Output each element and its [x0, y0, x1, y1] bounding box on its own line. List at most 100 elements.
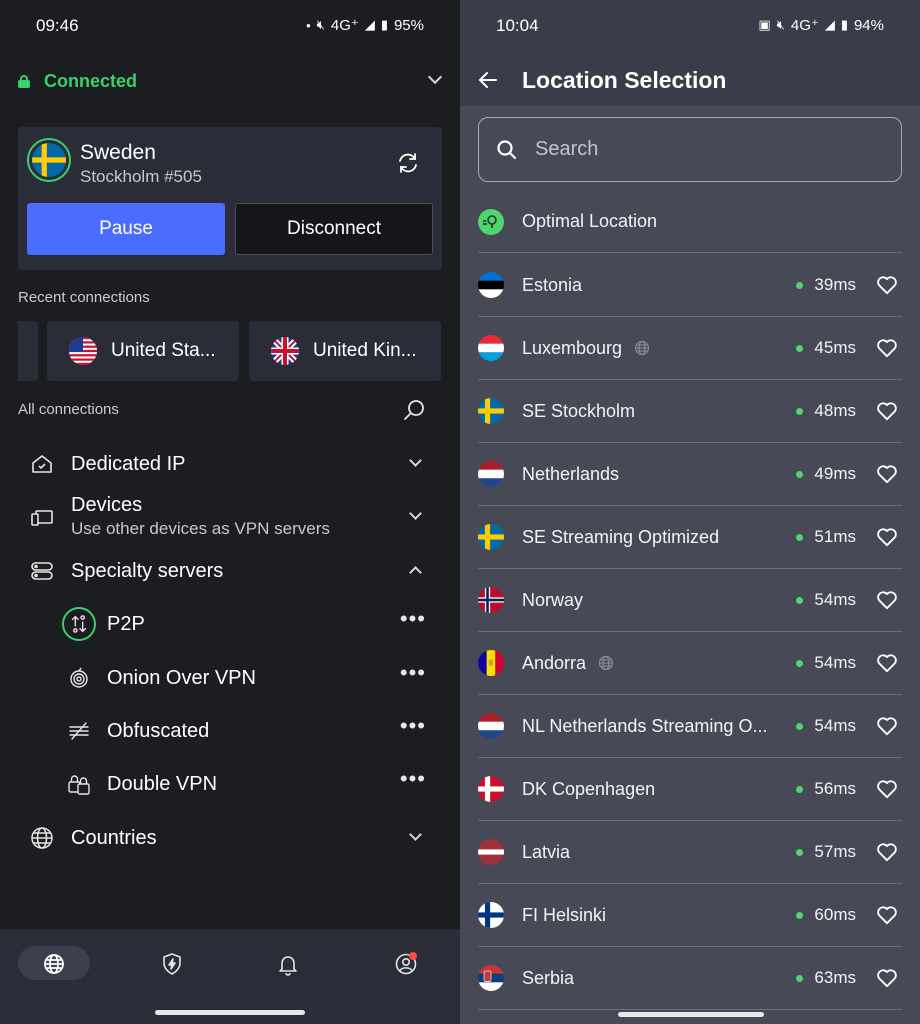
favorite-heart-icon[interactable] — [876, 905, 898, 925]
favorite-heart-icon[interactable] — [876, 653, 898, 673]
location-row[interactable]: Luxembourg 45ms — [478, 317, 902, 380]
refresh-icon[interactable] — [396, 151, 420, 175]
se-flag-icon — [478, 398, 504, 424]
location-row[interactable]: SE Streaming Optimized 51ms — [478, 506, 902, 569]
favorite-heart-icon[interactable] — [876, 401, 898, 421]
pause-button[interactable]: Pause — [27, 203, 225, 255]
latency-value: 54ms — [796, 590, 856, 610]
recent-card-uk[interactable]: United Kin... — [249, 321, 441, 381]
sweden-flag-icon — [27, 138, 71, 182]
favorite-heart-icon[interactable] — [876, 338, 898, 358]
specialty-item-p2p[interactable]: P2P ••• — [62, 606, 430, 642]
specialty-label-p2p: P2P — [107, 612, 145, 635]
specialty-label-obfuscated: Obfuscated — [107, 719, 210, 742]
location-row[interactable]: Estonia 39ms — [478, 254, 902, 317]
globe-icon[interactable] — [42, 952, 66, 976]
location-row[interactable]: Norway 54ms — [478, 569, 902, 632]
page-title: Location Selection — [522, 67, 727, 93]
shield-bolt-icon[interactable] — [160, 952, 184, 976]
more-options-icon[interactable]: ••• — [400, 608, 426, 630]
battery-icon: ▮ — [380, 17, 388, 32]
favorite-heart-icon[interactable] — [876, 716, 898, 736]
obfuscated-icon — [62, 714, 96, 748]
location-row[interactable]: SE Stockholm 48ms — [478, 380, 902, 443]
app-bar: Location Selection — [460, 54, 920, 106]
search-input[interactable] — [535, 118, 885, 180]
menu-devices-subtitle: Use other devices as VPN servers — [71, 519, 330, 538]
servers-icon — [31, 562, 53, 580]
latency-value: 54ms — [796, 653, 856, 673]
more-options-icon[interactable]: ••• — [400, 662, 426, 684]
disconnect-button[interactable]: Disconnect — [235, 203, 433, 255]
dk-flag-icon — [478, 776, 504, 802]
location-row[interactable]: NL Netherlands Streaming O... 54ms — [478, 695, 902, 758]
optimal-location-icon — [478, 208, 504, 235]
home-indicator[interactable] — [618, 1012, 764, 1017]
optimal-location-row[interactable]: Optimal Location — [478, 191, 902, 253]
menu-devices[interactable]: Devices Use other devices as VPN servers — [30, 494, 430, 540]
latency-text: 63ms — [814, 968, 856, 987]
latency-text: 49ms — [814, 464, 856, 483]
search-icon — [497, 140, 517, 160]
signal-icon: ◢ — [824, 17, 835, 32]
optimal-location-label: Optimal Location — [522, 211, 658, 231]
favorite-heart-icon[interactable] — [876, 842, 898, 862]
chevron-down-icon[interactable] — [409, 507, 422, 520]
specialty-item-double-vpn[interactable]: Double VPN ••• — [62, 766, 430, 802]
connection-status-row[interactable]: Connected — [18, 68, 443, 94]
chevron-up-icon[interactable] — [409, 566, 422, 579]
uk-flag-icon — [271, 337, 299, 365]
latency-value: 63ms — [796, 968, 856, 988]
location-row[interactable]: Netherlands 49ms — [478, 443, 902, 506]
recent-card-us[interactable]: United Sta... — [47, 321, 239, 381]
location-row[interactable]: Latvia 57ms — [478, 821, 902, 884]
chevron-down-icon[interactable] — [427, 69, 443, 85]
favorite-heart-icon[interactable] — [876, 779, 898, 799]
status-dot-icon — [796, 848, 804, 856]
favorite-heart-icon[interactable] — [876, 590, 898, 610]
favorite-heart-icon[interactable] — [876, 968, 898, 988]
latency-text: 39ms — [814, 275, 856, 294]
location-name: DK Copenhagen — [522, 778, 656, 799]
status-bar: 10:04 ▣ 🔇︎ 4G⁺ ◢ ▮ 94% — [460, 0, 920, 54]
menu-countries[interactable]: Countries — [30, 824, 430, 852]
more-options-icon[interactable]: ••• — [400, 715, 426, 737]
location-name: Luxembourg — [522, 337, 623, 358]
se-flag-icon — [478, 524, 504, 550]
nl-flag-icon — [478, 461, 504, 487]
rs-flag-icon — [478, 965, 504, 991]
back-arrow-icon[interactable] — [476, 68, 500, 92]
location-name: SE Stockholm — [522, 400, 636, 421]
favorite-heart-icon[interactable] — [876, 275, 898, 295]
location-row[interactable]: Andorra 54ms — [478, 632, 902, 695]
battery-percent: 95% — [393, 16, 424, 34]
location-row[interactable]: Serbia 63ms — [478, 947, 902, 1010]
location-row[interactable]: FI Helsinki 60ms — [478, 884, 902, 947]
favorite-heart-icon[interactable] — [876, 527, 898, 547]
specialty-item-onion[interactable]: Onion Over VPN ••• — [62, 660, 430, 696]
latency-text: 48ms — [814, 401, 856, 420]
latency-text: 54ms — [814, 653, 856, 672]
onion-icon — [62, 661, 96, 695]
specialty-item-obfuscated[interactable]: Obfuscated ••• — [62, 713, 430, 749]
more-options-icon[interactable]: ••• — [400, 768, 426, 790]
status-dot-icon — [796, 470, 804, 478]
bell-icon[interactable] — [276, 952, 300, 976]
menu-specialty-servers[interactable]: Specialty servers — [30, 557, 430, 585]
chevron-down-icon[interactable] — [409, 454, 422, 467]
home-indicator[interactable] — [155, 1010, 305, 1015]
server-country: Sweden — [80, 141, 156, 164]
favorite-heart-icon[interactable] — [876, 464, 898, 484]
search-icon[interactable] — [402, 398, 426, 422]
status-dot-icon — [796, 596, 804, 604]
signal-icon: ◢ — [364, 17, 375, 32]
search-field[interactable] — [478, 117, 902, 182]
chevron-down-icon[interactable] — [409, 828, 422, 841]
location-name: Serbia — [522, 967, 575, 988]
menu-dedicated-ip[interactable]: Dedicated IP — [30, 450, 430, 478]
status-dot-icon — [796, 659, 804, 667]
location-row[interactable]: DK Copenhagen 56ms — [478, 758, 902, 821]
double-vpn-icon — [62, 767, 96, 801]
battery-percent: 94% — [853, 16, 884, 34]
recent-card-partial[interactable] — [18, 321, 38, 381]
